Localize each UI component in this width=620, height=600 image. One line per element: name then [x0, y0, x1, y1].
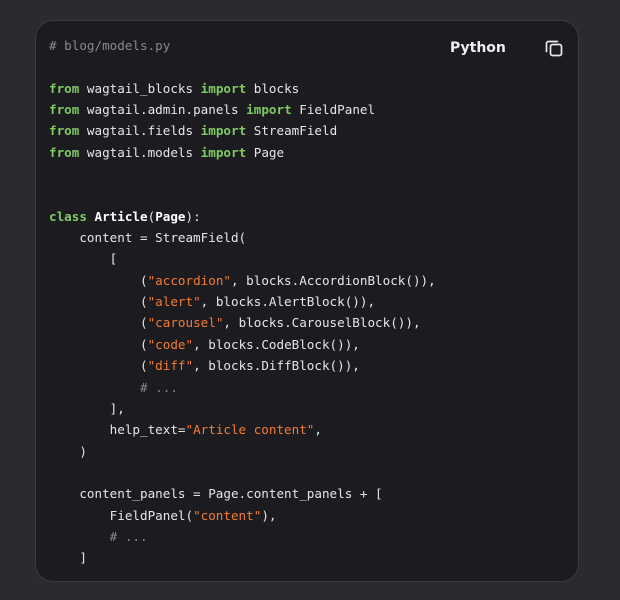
code-text-token: FieldPanel [291, 102, 376, 118]
code-text-token: , [314, 422, 322, 438]
code-line: FieldPanel("content"), [49, 505, 436, 526]
code-text-token: ( [49, 336, 148, 352]
code-text-token: ), [261, 507, 277, 523]
code-line: help_text="Article content", [49, 419, 436, 440]
language-label: Python [450, 40, 506, 56]
code-text-token: Page [246, 144, 285, 160]
code-line: [ [49, 248, 436, 269]
code-line: content_panels = Page.content_panels + [ [49, 483, 436, 504]
code-text-token: wagtail.models [79, 144, 201, 160]
code-line: ] [49, 547, 436, 568]
comment-token: # blog/models.py [49, 38, 171, 53]
code-text-token: wagtail.fields [79, 123, 201, 139]
code-text-token: ( [49, 315, 148, 331]
string-token: "accordion" [147, 272, 231, 288]
code-line: ], [49, 398, 436, 419]
code-card: # blog/models.py from wagtail_blocks imp… [35, 20, 579, 582]
code-text-token: ( [49, 294, 148, 310]
copy-button[interactable] [541, 35, 567, 61]
code-text-token: ) [49, 443, 87, 459]
string-token: "Article content" [185, 422, 315, 438]
code-text-token: , blocks.CarouselBlock()), [223, 315, 421, 331]
code-text-token: , blocks.DiffBlock()), [193, 358, 360, 374]
code-text-token: ( [49, 272, 148, 288]
code-line: from wagtail.admin.panels import FieldPa… [49, 99, 436, 120]
code-text-token: , blocks.CodeBlock()), [193, 336, 360, 352]
code-text-token: ): [185, 208, 201, 224]
code-text-token: StreamField [246, 123, 338, 139]
copy-icon [545, 40, 563, 57]
code-text-token: ], [49, 400, 125, 416]
string-token: "alert" [147, 294, 201, 310]
code-text-token: ] [49, 550, 87, 566]
code-text-token: content_panels = Page.content_panels + [ [49, 486, 383, 502]
keyword-token: import [246, 102, 292, 118]
code-text-token: [ [49, 251, 118, 267]
code-text-token: ( [49, 358, 148, 374]
code-line: ("diff", blocks.DiffBlock()), [49, 355, 436, 376]
code-text-token: wagtail_blocks [79, 80, 201, 96]
keyword-token: from [49, 144, 80, 160]
keyword-token: import [200, 123, 247, 139]
keyword-token: import [200, 80, 247, 96]
code-line: ("code", blocks.CodeBlock()), [49, 334, 436, 355]
code-text-token: FieldPanel( [49, 507, 194, 523]
code-line: content = StreamField( [49, 227, 436, 248]
code-text-token: wagtail.admin.panels [79, 102, 247, 118]
code-text-token: , blocks.AlertBlock()), [200, 294, 376, 310]
class-name-token: Page [155, 208, 186, 224]
code-line: from wagtail.models import Page [49, 142, 436, 163]
code-line: ("alert", blocks.AlertBlock()), [49, 291, 436, 312]
code-line: class Article(Page): [49, 206, 436, 227]
code-text-token: blocks [246, 80, 300, 96]
keyword-token: class [49, 208, 87, 224]
class-name-token: Article [94, 208, 148, 224]
keyword-token: from [49, 102, 80, 118]
code-line: ("carousel", blocks.CarouselBlock()), [49, 312, 436, 333]
code-line: from wagtail.fields import StreamField [49, 120, 436, 141]
keyword-token: import [200, 144, 247, 160]
string-token: "diff" [147, 358, 194, 374]
code-line: ) [49, 441, 436, 462]
code-line: # ... [49, 377, 436, 398]
code-line: from wagtail_blocks import blocks [49, 78, 436, 99]
code-text-token: content = StreamField( [49, 230, 247, 246]
code-text-token: help_text= [49, 422, 186, 438]
keyword-token: from [49, 80, 80, 96]
string-token: "code" [147, 336, 194, 352]
code-block: # blog/models.py from wagtail_blocks imp… [49, 35, 436, 569]
string-token: "content" [193, 507, 262, 523]
keyword-token: from [49, 123, 80, 139]
string-token: "carousel" [147, 315, 224, 331]
comment-token: # ... [49, 379, 178, 395]
code-line: ("accordion", blocks.AccordionBlock()), [49, 270, 436, 291]
code-line: # ... [49, 526, 436, 547]
code-line: # blog/models.py [49, 35, 436, 56]
code-text-token: , blocks.AccordionBlock()), [230, 272, 436, 288]
comment-token: # ... [49, 528, 148, 544]
